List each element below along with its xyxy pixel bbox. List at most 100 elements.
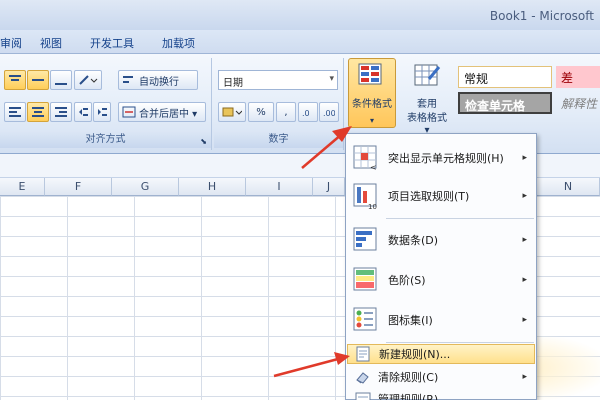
menu-label-highlight-cells-rules: 突出显示单元格规则(H)	[388, 152, 504, 165]
menu-item-icon-sets[interactable]: 图标集(I) ▸	[347, 302, 535, 338]
eraser-icon	[356, 372, 369, 384]
comma-label: ,	[284, 106, 288, 118]
increase-decimal-button[interactable]: .0	[298, 102, 318, 122]
align-left-button[interactable]	[4, 102, 26, 122]
svg-text:10: 10	[368, 203, 377, 210]
data-bars-icon	[353, 227, 377, 251]
decrease-indent-button[interactable]	[74, 102, 92, 122]
decrease-decimal-button[interactable]: .00	[319, 102, 339, 122]
menu-label-new-rule: 新建规则(N)...	[379, 348, 451, 361]
tab-view[interactable]: 视图	[40, 35, 62, 51]
comma-style-button[interactable]: ,	[276, 102, 296, 122]
wrap-text-button[interactable]: 自动换行	[118, 70, 198, 90]
menu-item-top-bottom-rules[interactable]: 10 项目选取规则(T) ▸	[347, 178, 535, 214]
align-center-button[interactable]	[27, 102, 49, 122]
submenu-arrow-icon: ▸	[522, 235, 527, 245]
menu-item-new-rule[interactable]: 新建规则(N)...	[347, 344, 535, 364]
submenu-arrow-icon: ▸	[522, 191, 527, 201]
merge-center-button[interactable]: 合并后居中 ▾	[118, 102, 206, 122]
align-bottom-icon	[55, 83, 67, 85]
menu-label-icon-sets: 图标集(I)	[388, 314, 433, 327]
menu-separator	[386, 342, 534, 343]
accounting-format-button[interactable]	[218, 102, 246, 122]
svg-text:<: <	[370, 163, 377, 172]
alignment-group-label: 对齐方式	[0, 132, 211, 148]
increase-indent-button[interactable]	[93, 102, 111, 122]
conditional-format-icon	[358, 63, 382, 85]
tab-addins[interactable]: 加载项	[162, 35, 195, 51]
percent-button[interactable]: %	[248, 102, 274, 122]
icon-sets-icon	[353, 307, 377, 331]
menu-label-manage-rules: 管理规则(R)...	[378, 393, 449, 400]
conditional-format-menu: < 突出显示单元格规则(H) ▸ 10 项目选取规则(T) ▸ 数据条(D) ▸	[345, 133, 537, 400]
merge-center-label: 合并后居中 ▾	[139, 108, 198, 120]
svg-text:.00: .00	[323, 109, 335, 118]
increase-indent-icon	[98, 108, 107, 116]
decrease-indent-icon	[79, 108, 88, 116]
menu-label-top-bottom-rules: 项目选取规则(T)	[388, 190, 470, 203]
chevron-down-icon: ▾	[329, 74, 334, 84]
align-middle-button[interactable]	[27, 70, 49, 90]
menu-label-data-bars: 数据条(D)	[388, 234, 439, 247]
style-check-cell[interactable]: 检查单元格	[458, 92, 552, 114]
top-bottom-rules-icon: 10	[353, 183, 377, 210]
menu-item-highlight-cells-rules[interactable]: < 突出显示单元格规则(H) ▸	[347, 140, 535, 176]
menu-label-clear-rules: 清除规则(C)	[378, 371, 439, 384]
column-header-j[interactable]: J	[313, 178, 345, 196]
number-group-label: 数字	[214, 132, 343, 148]
svg-text:.0: .0	[302, 109, 310, 118]
style-normal[interactable]: 常规	[458, 66, 552, 88]
column-header-i[interactable]: I	[246, 178, 313, 196]
conditional-format-label: 条件格式	[352, 99, 392, 110]
wrap-text-label: 自动换行	[139, 76, 179, 88]
alignment-dialog-launcher-icon[interactable]: ⬊	[200, 137, 207, 146]
percent-label: %	[256, 106, 266, 118]
column-header-g[interactable]: G	[112, 178, 179, 196]
table-format-icon	[414, 64, 441, 86]
format-as-table-label-line1: 套用	[417, 99, 437, 110]
submenu-arrow-icon: ▸	[522, 315, 527, 325]
number-format-value: 日期	[223, 78, 243, 89]
align-middle-icon	[32, 79, 44, 81]
menu-item-clear-rules[interactable]: 清除规则(C) ▸	[347, 367, 535, 387]
alignment-group: 自动换行 合并后居中 ▾ 对齐方式 ⬊	[0, 58, 212, 150]
style-explanatory[interactable]: 解释性	[556, 92, 600, 114]
align-right-icon	[55, 107, 67, 117]
tab-developer[interactable]: 开发工具	[90, 35, 134, 51]
align-bottom-button[interactable]	[50, 70, 72, 90]
conditional-format-chevron-icon: ▾	[369, 116, 374, 125]
submenu-arrow-icon: ▸	[522, 275, 527, 285]
menu-item-manage-rules[interactable]: 管理规则(R)...	[347, 389, 535, 400]
tab-review[interactable]: 审阅	[0, 35, 22, 51]
align-center-icon	[32, 107, 44, 117]
wrap-text-icon	[123, 76, 133, 83]
menu-label-color-scales: 色阶(S)	[388, 274, 426, 287]
orientation-button[interactable]	[74, 70, 102, 90]
submenu-arrow-icon: ▸	[522, 153, 527, 163]
title-bar: Book1 - Microsoft	[0, 0, 600, 30]
merge-center-icon	[122, 106, 136, 118]
color-scales-icon	[353, 267, 377, 291]
align-top-button[interactable]	[4, 70, 26, 90]
highlight-cells-icon: <	[353, 145, 377, 172]
ribbon-tabs: 审阅 视图 开发工具 加载项	[0, 30, 600, 54]
new-rule-icon	[356, 346, 370, 362]
number-format-select[interactable]: 日期 ▾	[218, 70, 338, 90]
conditional-format-button[interactable]: 条件格式 ▾	[348, 58, 396, 128]
column-header-n[interactable]: N	[537, 178, 600, 196]
menu-separator	[386, 218, 534, 219]
align-right-button[interactable]	[50, 102, 72, 122]
style-bad[interactable]: 差	[556, 66, 600, 88]
menu-item-color-scales[interactable]: 色阶(S) ▸	[347, 262, 535, 298]
manage-rules-icon	[355, 392, 371, 400]
column-header-f[interactable]: F	[45, 178, 112, 196]
menu-item-data-bars[interactable]: 数据条(D) ▸	[347, 222, 535, 258]
orientation-icon	[79, 75, 98, 85]
number-group: 日期 ▾ % , .0 .00 数字	[214, 58, 344, 150]
column-header-e[interactable]: E	[0, 178, 45, 196]
format-as-table-button[interactable]: 套用 表格格式 ▾	[402, 58, 452, 136]
window-title: Book1 - Microsoft	[489, 9, 594, 23]
currency-icon	[222, 107, 242, 117]
column-header-h[interactable]: H	[179, 178, 246, 196]
submenu-arrow-icon: ▸	[522, 372, 527, 382]
